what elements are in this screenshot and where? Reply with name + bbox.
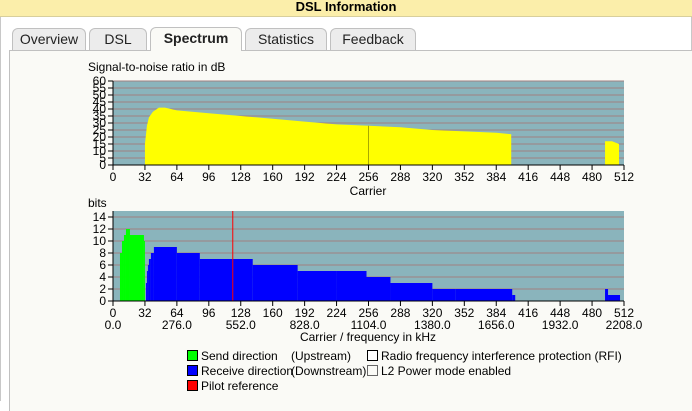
x-tick-label: 160 [263,306,283,320]
downstream-bar [148,259,151,301]
freq-tick-label: 1932.0 [542,318,579,332]
downstream-bar [153,247,177,301]
bits-x-label: Carrier / frequency in kHz [300,330,436,344]
x-tick-label: 352 [454,306,474,320]
red-swatch-icon [187,380,198,391]
y-tick-label: 8 [99,246,106,260]
freq-tick-label: 552.0 [226,318,256,332]
upstream-bar [123,235,126,301]
downstream-bar [605,289,609,301]
snr-chart-title: Signal-to-noise ratio in dB [88,60,225,74]
y-tick-label: 2 [99,282,106,296]
y-tick-label: 60 [93,74,107,88]
upstream-bar [125,229,130,301]
downstream-bar [297,271,337,301]
downstream-bar [150,253,154,301]
legend-receive-label: Receive direction [201,364,294,378]
downstream-bar [512,295,516,301]
white-swatch-icon [367,365,378,376]
blue-swatch-icon [187,365,198,376]
downstream-bar [252,265,298,301]
downstream-bar [366,277,391,301]
legend-l2: L2 Power mode enabled [367,364,511,378]
legend-receive: Receive direction [187,364,293,378]
legend-send-label: Send direction [201,349,278,363]
x-tick-label: 32 [138,306,152,320]
y-tick-label: 6 [99,258,106,272]
legend-pilot: Pilot reference [187,379,278,393]
legend-pilot-label: Pilot reference [201,379,279,393]
downstream-bar [390,283,433,301]
x-tick-label: 416 [518,306,538,320]
x-tick-label: 320 [422,170,442,184]
downstream-bar [199,259,253,301]
freq-tick-label: 1104.0 [351,318,387,332]
freq-tick-label: 0.0 [105,318,122,332]
x-tick-label: 448 [550,170,570,184]
x-tick-label: 480 [582,170,602,184]
y-tick-label: 12 [93,222,107,236]
legend-send: Send direction [187,349,278,363]
legend-l2-label: L2 Power mode enabled [381,364,512,378]
y-tick-label: 10 [93,234,107,248]
x-tick-label: 256 [358,170,378,184]
x-tick-label: 288 [390,306,410,320]
legend-rfi: Radio frequency interference protection … [367,349,622,363]
snr-area [605,141,620,165]
x-tick-label: 160 [263,170,283,184]
x-tick-label: 192 [295,170,315,184]
y-tick-label: 4 [99,270,106,284]
upstream-bar [121,241,124,301]
downstream-bar [608,295,621,301]
green-swatch-icon [187,350,198,361]
upstream-bar [143,241,145,301]
freq-tick-label: 1380.0 [414,318,451,332]
bits-chart-title: bits [88,196,107,210]
legend-downstream: (Downstream) [291,364,367,378]
downstream-bar [145,283,147,301]
upstream-bar [129,235,144,301]
x-tick-label: 224 [327,306,347,320]
x-tick-label: 96 [202,306,216,320]
x-tick-label: 288 [390,170,410,184]
x-tick-label: 96 [202,170,216,184]
x-tick-label: 416 [518,170,538,184]
x-tick-label: 64 [170,170,184,184]
x-tick-label: 352 [454,170,474,184]
snr-x-label: Carrier [350,184,387,198]
y-tick-label: 14 [93,210,107,224]
x-tick-label: 128 [231,170,251,184]
downstream-bar [455,289,513,301]
y-tick-label: 0 [99,294,106,308]
tab-spectrum[interactable]: Spectrum [150,27,242,51]
x-tick-label: 512 [614,170,634,184]
x-tick-label: 32 [138,170,152,184]
freq-tick-label: 828.0 [290,318,320,332]
downstream-bar [147,265,149,301]
x-tick-label: 224 [327,170,347,184]
downstream-bar [432,289,456,301]
downstream-bar [176,253,200,301]
freq-tick-label: 2208.0 [606,318,643,332]
legend-rfi-label: Radio frequency interference protection … [381,349,622,363]
downstream-bar [336,271,367,301]
spectrum-charts: Signal-to-noise ratio in dB bits Carrier… [88,60,643,344]
downstream-bar [146,271,148,301]
white-swatch-icon [367,350,378,361]
x-tick-label: 480 [582,306,602,320]
freq-tick-label: 1656.0 [478,318,515,332]
legend-upstream: (Upstream) [291,349,352,363]
upstream-bar [119,253,122,301]
x-tick-label: 384 [486,170,506,184]
x-tick-label: 0 [110,170,117,184]
freq-tick-label: 276.0 [162,318,192,332]
